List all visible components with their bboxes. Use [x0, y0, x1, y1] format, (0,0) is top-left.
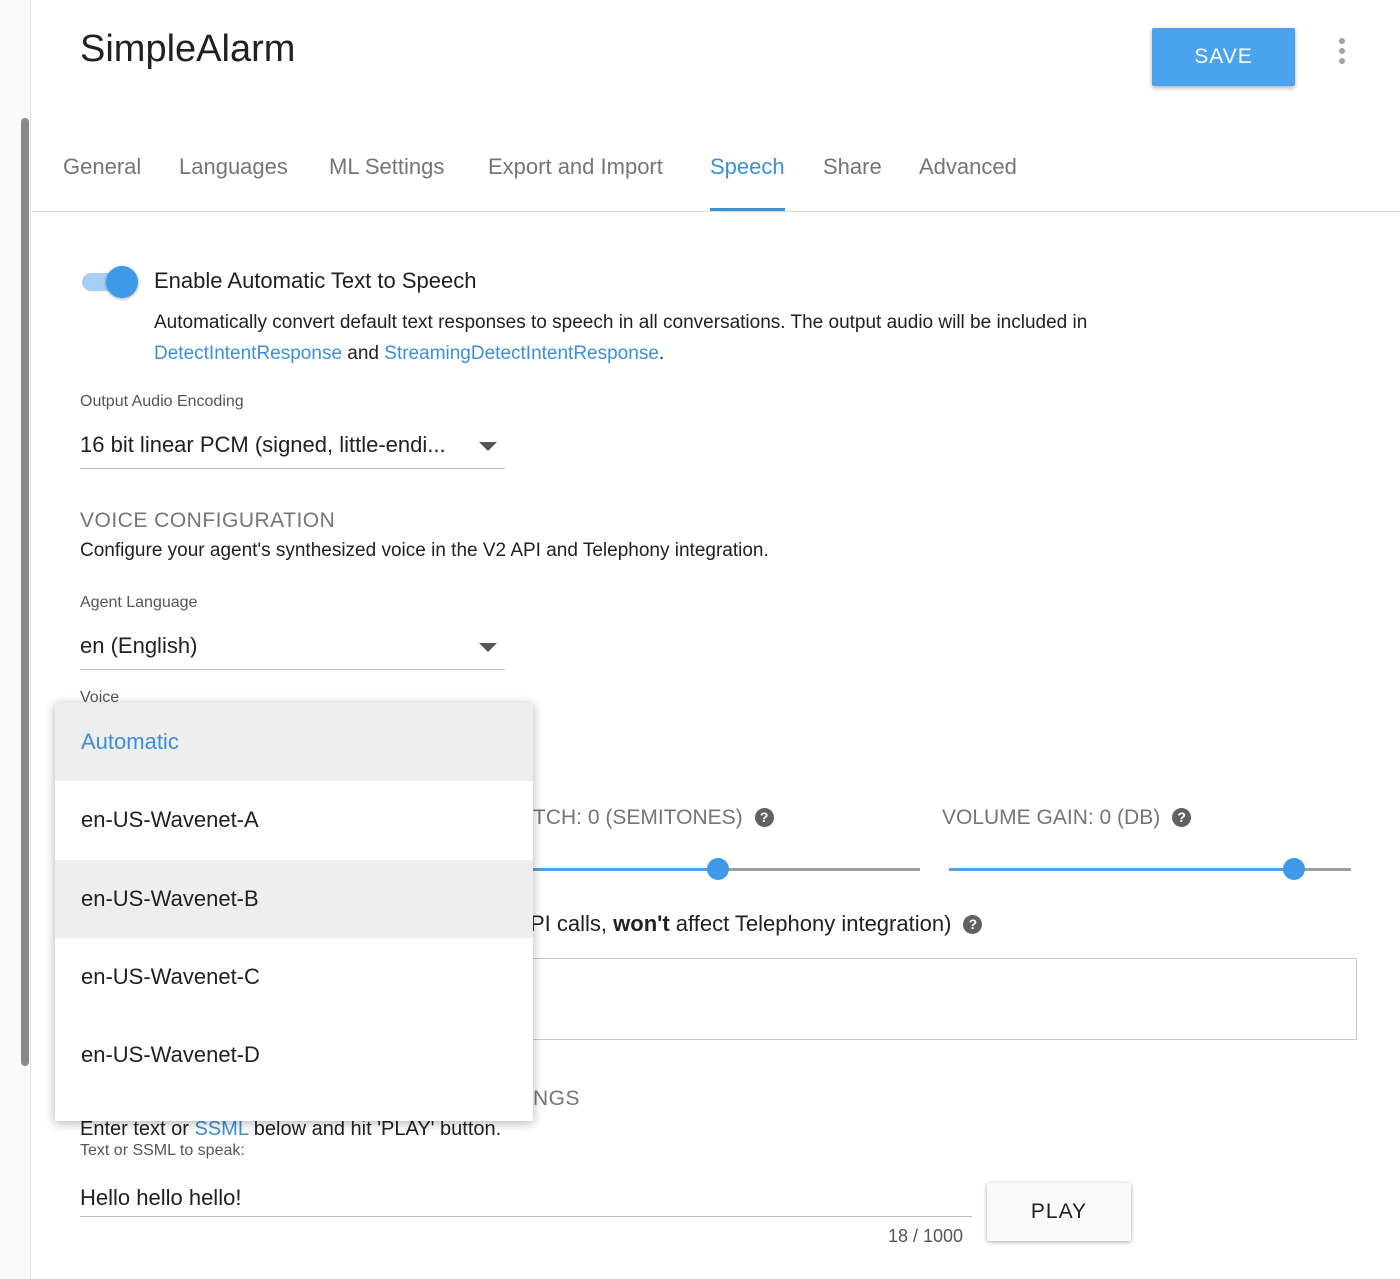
help-icon[interactable]: ? [1172, 808, 1192, 827]
help-icon[interactable]: ? [754, 808, 774, 827]
try-it-description: Enter text or SSML below and hit 'PLAY' … [80, 1118, 501, 1141]
dropdown-arrow-icon [479, 442, 497, 451]
speak-input-label: Text or SSML to speak: [80, 1142, 245, 1159]
agent-title: SimpleAlarm [80, 28, 296, 70]
tts-desc-end: . [658, 343, 665, 364]
volume-slider-thumb[interactable] [1283, 858, 1305, 880]
pitch-slider-active [533, 868, 718, 871]
tab-languages[interactable]: Languages [179, 154, 288, 180]
agent-language-label: Agent Language [80, 594, 198, 611]
dropdown-arrow-icon [479, 643, 497, 652]
try-it-heading: NGS [533, 1087, 581, 1110]
encoding-value: 16 bit linear PCM (signed, little-endi..… [80, 432, 446, 457]
volume-gain-label: VOLUME GAIN: 0 (DB)? [942, 806, 1192, 830]
tts-description: Automatically convert default text respo… [154, 307, 1254, 369]
more-options-icon[interactable] [1330, 36, 1354, 70]
active-tab-indicator [710, 208, 785, 211]
tab-advanced[interactable]: Advanced [919, 154, 1017, 180]
voice-option-wavenet-c[interactable]: en-US-Wavenet-C [55, 938, 533, 1016]
try-desc-text: Enter text or [80, 1118, 195, 1140]
speak-text-input[interactable] [80, 1180, 972, 1217]
tab-speech[interactable]: Speech [710, 154, 785, 180]
tab-share[interactable]: Share [823, 154, 882, 180]
voice-option-wavenet-d[interactable]: en-US-Wavenet-D [55, 1016, 533, 1094]
voice-option-automatic[interactable]: Automatic [55, 703, 533, 781]
profile-text-1: PI calls, [530, 911, 614, 936]
voice-option-wavenet-a[interactable]: en-US-Wavenet-A [55, 781, 533, 859]
tts-toggle-label: Enable Automatic Text to Speech [154, 268, 477, 293]
pitch-slider-track[interactable] [718, 868, 920, 871]
play-button[interactable]: PLAY [987, 1183, 1131, 1241]
tab-ml-settings[interactable]: ML Settings [329, 154, 444, 180]
voice-config-description: Configure your agent's synthesized voice… [80, 540, 769, 561]
profile-text-2: affect Telephony integration) [669, 911, 952, 936]
save-button[interactable]: SAVE [1152, 28, 1295, 86]
char-counter: 18 / 1000 [888, 1226, 964, 1246]
settings-tabs: General Languages ML Settings Export and… [32, 118, 1400, 212]
tab-general[interactable]: General [63, 154, 141, 180]
tts-desc-and: and [342, 343, 385, 364]
pitch-label-text: TCH: 0 (SEMITONES) [533, 806, 743, 829]
encoding-label: Output Audio Encoding [80, 393, 244, 410]
tab-export-import[interactable]: Export and Import [488, 154, 663, 180]
ssml-link[interactable]: SSML [195, 1118, 249, 1140]
agent-language-select[interactable]: en (English) [80, 633, 505, 670]
voice-option-wavenet-b[interactable]: en-US-Wavenet-B [55, 860, 533, 938]
volume-slider-active [949, 868, 1294, 871]
tts-toggle[interactable] [82, 266, 138, 298]
encoding-select[interactable]: 16 bit linear PCM (signed, little-endi..… [80, 432, 505, 469]
page-scrollbar[interactable] [21, 118, 29, 1066]
voice-dropdown-menu: Automatic en-US-Wavenet-A en-US-Wavenet-… [55, 703, 533, 1121]
tts-desc-text: Automatically convert default text respo… [154, 312, 1088, 333]
effects-profile-input[interactable] [533, 958, 1357, 1040]
agent-language-value: en (English) [80, 633, 198, 658]
detect-intent-response-link[interactable]: DetectIntentResponse [154, 343, 342, 364]
streaming-detect-intent-response-link[interactable]: StreamingDetectIntentResponse [384, 343, 659, 364]
pitch-slider-thumb[interactable] [707, 858, 729, 880]
volume-gain-label-text: VOLUME GAIN: 0 (DB) [942, 806, 1161, 829]
try-desc-text-2: below and hit 'PLAY' button. [248, 1118, 502, 1140]
pitch-label: TCH: 0 (SEMITONES)? [533, 806, 774, 830]
help-icon[interactable]: ? [963, 915, 983, 934]
effects-profile-label: PI calls, won't affect Telephony integra… [530, 911, 983, 937]
toggle-thumb [106, 266, 138, 298]
profile-text-bold: won't [613, 911, 670, 936]
voice-config-heading: VOICE CONFIGURATION [80, 509, 336, 532]
